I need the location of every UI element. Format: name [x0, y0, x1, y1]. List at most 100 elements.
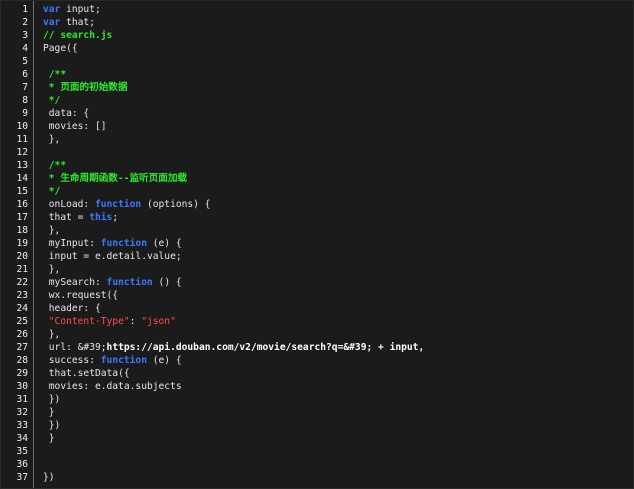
code-token: },	[43, 225, 61, 236]
code-line[interactable]: 20 input = e.detail.value;	[1, 250, 634, 263]
line-number: 27	[16, 342, 28, 353]
code-token: function	[94, 199, 142, 210]
code-line[interactable]: 14 * 生命周期函数--监听页面加载	[1, 172, 634, 185]
code-editor[interactable]: 1 var input; 2 var that; 3 // search.js 4 Page(…	[0, 0, 634, 489]
code-line[interactable]: 33 })	[1, 419, 634, 432]
code-token: () {	[152, 277, 182, 288]
line-number: 30	[16, 381, 28, 392]
line-number: 2	[22, 17, 28, 28]
code-token: },	[43, 134, 61, 145]
code-line[interactable]: 22 mySearch: function () {	[1, 276, 634, 289]
line-number: 1	[22, 4, 28, 15]
code-line[interactable]: 36	[1, 458, 634, 471]
code-token: url: &#39;	[43, 342, 107, 353]
line-number: 4	[22, 43, 28, 54]
code-line[interactable]: 28 success: function (e) {	[1, 354, 634, 367]
code-line[interactable]: 17 that = this;	[1, 211, 634, 224]
code-token: wx.request({	[43, 290, 119, 301]
code-line[interactable]: 1 var input;	[1, 3, 634, 16]
code-text: */	[43, 185, 61, 198]
line-number: 23	[16, 290, 28, 301]
line-number: 24	[16, 303, 28, 314]
code-line[interactable]: 11 },	[1, 133, 634, 146]
code-text: movies: e.data.subjects	[43, 380, 182, 393]
code-text: var that;	[43, 16, 95, 29]
code-line[interactable]: 3 // search.js	[1, 29, 634, 42]
code-token: mySearch:	[43, 277, 107, 288]
code-line[interactable]: 25 "Content-Type": "json"	[1, 315, 634, 328]
code-line[interactable]: 10 movies: []	[1, 120, 634, 133]
code-line[interactable]: 19 myInput: function (e) {	[1, 237, 634, 250]
code-line[interactable]: 29 that.setData({	[1, 367, 634, 380]
code-line[interactable]: 37})	[1, 471, 634, 484]
code-text: data: {	[43, 107, 89, 120]
code-line[interactable]: 18 },	[1, 224, 634, 237]
code-text: Page({	[43, 42, 78, 55]
code-text: },	[43, 224, 61, 237]
code-line[interactable]: 24 header: {	[1, 302, 634, 315]
code-token: * 页面的初始数据	[43, 82, 128, 93]
code-text: })	[43, 471, 55, 484]
line-number: 7	[22, 82, 28, 93]
code-token: myInput:	[43, 238, 101, 249]
code-token: input;	[60, 4, 101, 15]
code-line[interactable]: 9 data: {	[1, 107, 634, 120]
code-text: success: function (e) {	[43, 354, 182, 367]
line-number: 5	[22, 56, 28, 67]
code-line[interactable]: 31 })	[1, 393, 634, 406]
code-token: header: {	[43, 303, 101, 314]
code-line[interactable]: 15 */	[1, 185, 634, 198]
code-token: onLoad:	[43, 199, 95, 210]
code-token: function	[106, 277, 153, 288]
code-token: })	[43, 420, 61, 431]
code-line[interactable]: 6 /**	[1, 68, 634, 81]
code-line[interactable]: 7 * 页面的初始数据	[1, 81, 634, 94]
code-token: movies: []	[43, 121, 107, 132]
code-text: },	[43, 328, 61, 341]
code-token: function	[100, 238, 147, 249]
code-token: movies: e.data.subjects	[43, 381, 182, 392]
code-text: /**	[43, 159, 66, 172]
line-number: 6	[22, 69, 28, 80]
code-line[interactable]: 34 }	[1, 432, 634, 445]
code-token: that =	[43, 212, 90, 223]
code-token: */	[43, 95, 61, 106]
code-line[interactable]: 8 */	[1, 94, 634, 107]
code-text: })	[43, 419, 61, 432]
line-number: 17	[16, 212, 28, 223]
code-line[interactable]: 4 Page({	[1, 42, 634, 55]
code-text: /**	[43, 68, 66, 81]
code-text: * 生命周期函数--监听页面加载	[43, 172, 187, 185]
line-number: 36	[16, 459, 28, 470]
line-number: 21	[16, 264, 28, 275]
code-token: // search.js	[43, 30, 113, 41]
line-number: 9	[22, 108, 28, 119]
line-number: 13	[16, 160, 28, 171]
code-line[interactable]: 30 movies: e.data.subjects	[1, 380, 634, 393]
line-number: 14	[16, 173, 28, 184]
code-token: /**	[43, 160, 67, 171]
code-line[interactable]: 26 },	[1, 328, 634, 341]
code-lines[interactable]: 1 var input; 2 var that; 3 // search.js 4 Page(…	[1, 3, 634, 484]
code-token: /**	[43, 69, 67, 80]
code-line[interactable]: 27 url: &#39;https://api.douban.com/v2/m…	[1, 341, 634, 354]
code-text: }	[43, 406, 55, 419]
code-line[interactable]: 12	[1, 146, 634, 159]
line-number: 33	[16, 420, 28, 431]
code-line[interactable]: 16 onLoad: function (options) {	[1, 198, 634, 211]
code-text: wx.request({	[43, 289, 118, 302]
code-line[interactable]: 32 }	[1, 406, 634, 419]
code-line[interactable]: 5	[1, 55, 634, 68]
code-token: this	[89, 212, 113, 223]
line-number: 16	[16, 199, 28, 210]
code-text: }	[43, 432, 55, 445]
code-line[interactable]: 21 },	[1, 263, 634, 276]
code-text: that = this;	[43, 211, 118, 224]
code-text: })	[43, 393, 61, 406]
code-line[interactable]: 13 /**	[1, 159, 634, 172]
code-line[interactable]: 35	[1, 445, 634, 458]
code-line[interactable]: 2 var that;	[1, 16, 634, 29]
line-number: 12	[16, 147, 28, 158]
code-line[interactable]: 23 wx.request({	[1, 289, 634, 302]
line-number: 31	[16, 394, 28, 405]
